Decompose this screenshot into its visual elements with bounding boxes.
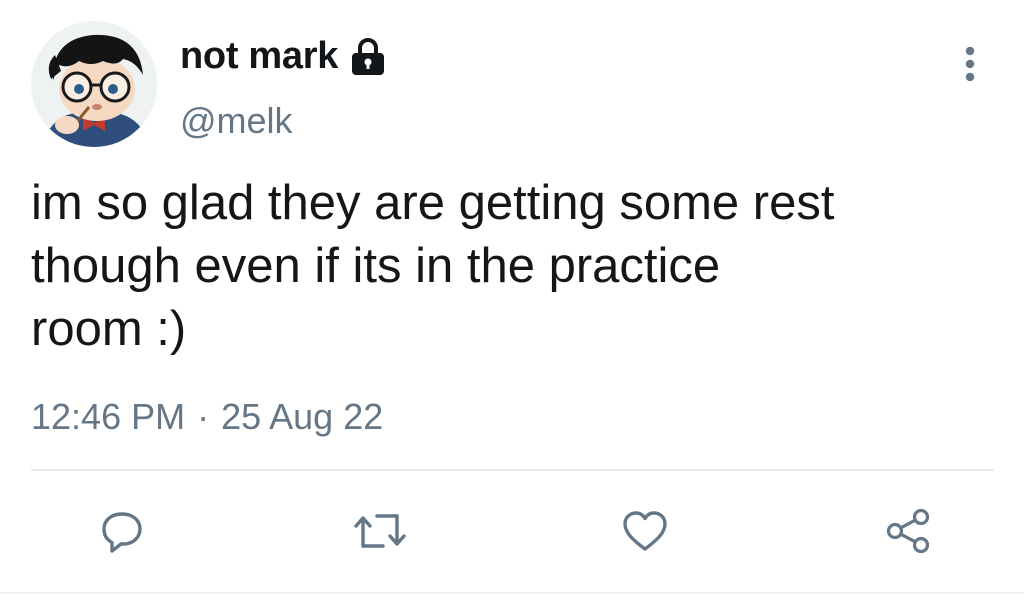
avatar-image: [31, 21, 157, 147]
display-name[interactable]: not mark: [180, 35, 338, 78]
divider: [31, 469, 994, 471]
tweet-timestamp[interactable]: 12:46 PM · 25 Aug 22: [31, 396, 383, 438]
more-options-icon[interactable]: [953, 42, 987, 86]
speech-bubble-icon: [102, 512, 142, 553]
tweet-time: 12:46 PM: [31, 396, 186, 437]
retweet-button[interactable]: [352, 505, 408, 557]
lock-icon: [350, 37, 386, 77]
share-button[interactable]: [880, 505, 936, 557]
author-handle[interactable]: @melk: [180, 100, 293, 142]
timestamp-separator: ·: [197, 396, 210, 437]
tweet-date: 25 Aug 22: [221, 396, 384, 437]
heart-icon: [623, 511, 667, 551]
tweet-text: im so glad they are getting some rest th…: [31, 176, 835, 356]
bottom-divider: [0, 592, 1024, 594]
reply-button[interactable]: [94, 505, 150, 557]
avatar[interactable]: [31, 21, 157, 147]
author-name-row: not mark: [180, 33, 386, 79]
share-nodes-icon: [886, 508, 930, 554]
retweet-arrows-icon: [354, 514, 406, 548]
like-button[interactable]: [617, 505, 673, 557]
